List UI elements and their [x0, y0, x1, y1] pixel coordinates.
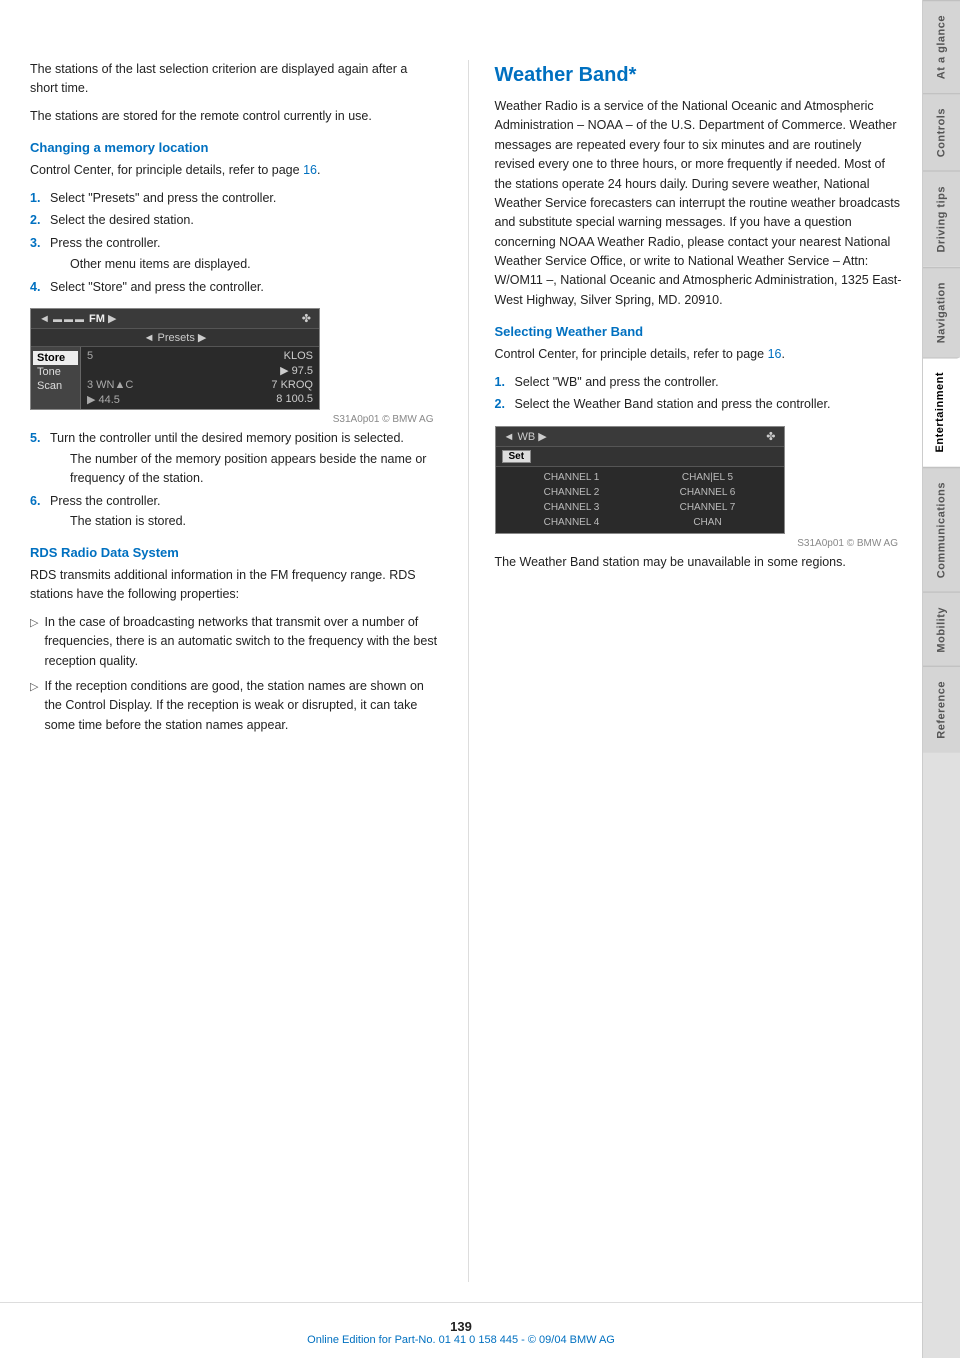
menu-scan: Scan	[37, 379, 74, 393]
channel-1: CHANNEL 1	[504, 472, 640, 483]
wb-step-1: 1. Select "WB" and press the controller.	[495, 373, 903, 392]
selecting-wb-heading: Selecting Weather Band	[495, 324, 903, 339]
wb-steps-list: 1. Select "WB" and press the controller.…	[495, 373, 903, 415]
wb-top-bar: ◄ WB ▶ ✤	[496, 427, 784, 447]
steps-list-2: 5. Turn the controller until the desired…	[30, 429, 438, 531]
columns: The stations of the last selection crite…	[0, 60, 922, 1282]
tab-entertainment[interactable]: Entertainment	[923, 357, 960, 466]
wb-channel-row-2: CHANNEL 2 CHANNEL 6	[500, 485, 780, 500]
wb-top-label: ◄ WB ▶	[504, 430, 547, 443]
main-content: The stations of the last selection crite…	[0, 0, 922, 1358]
radio-settings-icon: ✤	[302, 312, 311, 325]
wb-channels: CHANNEL 1 CHAN|EL 5 CHANNEL 2 CHANNEL 6 …	[496, 467, 784, 533]
tab-communications[interactable]: Communications	[923, 467, 960, 592]
left-column: The stations of the last selection crite…	[30, 60, 438, 1282]
section1-intro-text: Control Center, for principle details, r…	[30, 163, 303, 177]
channel-7: CHANNEL 7	[640, 502, 776, 513]
station-row-3: 3 WN▲C 7 KROQ	[87, 378, 313, 392]
channel-5: CHAN|EL 5	[640, 472, 776, 483]
wb-display: ◄ WB ▶ ✤ Set CHANNEL 1 CHAN|EL 5 CHANNEL…	[495, 426, 785, 534]
fm-radio-display: ◄ ▬▬▬ FM ▶ ✤ ◄ Presets ▶ Store Tone Scan…	[30, 308, 320, 410]
rds-bullet-list: ▷ In the case of broadcasting networks t…	[30, 613, 438, 735]
bullet-1-text: In the case of broadcasting networks tha…	[44, 613, 437, 671]
tab-controls[interactable]: Controls	[923, 93, 960, 171]
menu-tone: Tone	[37, 365, 74, 379]
radio-presets-bar: ◄ Presets ▶	[31, 329, 319, 347]
tab-reference[interactable]: Reference	[923, 666, 960, 753]
wb-image-caption: S31A0p01 © BMW AG	[495, 538, 903, 549]
radio-top-bar: ◄ ▬▬▬ FM ▶ ✤	[31, 309, 319, 329]
tab-mobility[interactable]: Mobility	[923, 592, 960, 667]
channel-8: CHAN	[640, 517, 776, 528]
weather-band-heading: Weather Band*	[495, 64, 903, 87]
section1-intro: Control Center, for principle details, r…	[30, 161, 438, 180]
footer-note: Online Edition for Part-No. 01 41 0 158 …	[0, 1334, 922, 1346]
wb-intro-text: Control Center, for principle details, r…	[495, 347, 768, 361]
bullet-2: ▷ If the reception conditions are good, …	[30, 677, 438, 735]
tab-at-a-glance[interactable]: At a glance	[923, 0, 960, 93]
tab-strip: At a glance Controls Driving tips Naviga…	[922, 0, 960, 1358]
step-3: 3. Press the controller.Other menu items…	[30, 234, 438, 274]
tab-driving-tips[interactable]: Driving tips	[923, 171, 960, 267]
channel-6: CHANNEL 6	[640, 487, 776, 498]
radio-image-caption: S31A0p01 © BMW AG	[30, 414, 438, 425]
wb-section-intro: Control Center, for principle details, r…	[495, 345, 903, 364]
wb-set-row: Set	[496, 447, 784, 467]
section1-link[interactable]: 16	[303, 163, 317, 177]
wb-step-2: 2. Select the Weather Band station and p…	[495, 395, 903, 414]
right-column: Weather Band* Weather Radio is a service…	[468, 60, 903, 1282]
rds-intro: RDS transmits additional information in …	[30, 566, 438, 605]
step-4: 4. Select "Store" and press the controll…	[30, 278, 438, 297]
weather-intro: Weather Radio is a service of the Nation…	[495, 97, 903, 310]
intro-text-2: The stations are stored for the remote c…	[30, 107, 438, 126]
channel-3: CHANNEL 3	[504, 502, 640, 513]
wb-channel-row-3: CHANNEL 3 CHANNEL 7	[500, 500, 780, 515]
section1-intro-dot: .	[317, 163, 320, 177]
bullet-1: ▷ In the case of broadcasting networks t…	[30, 613, 438, 671]
wb-set-button[interactable]: Set	[502, 450, 532, 463]
steps-list-1: 1. Select "Presets" and press the contro…	[30, 189, 438, 297]
step-6: 6. Press the controller.The station is s…	[30, 492, 438, 532]
menu-store: Store	[33, 351, 78, 365]
step-5: 5. Turn the controller until the desired…	[30, 429, 438, 487]
radio-menu-area: Store Tone Scan 5 KLOS ▶ 97.5	[31, 347, 319, 409]
bullet-2-text: If the reception conditions are good, th…	[44, 677, 437, 735]
station-row-2: ▶ 97.5	[87, 363, 313, 378]
section1-heading: Changing a memory location	[30, 140, 438, 155]
step-2: 2. Select the desired station.	[30, 211, 438, 230]
radio-top-left: ◄ ▬▬▬ FM ▶	[39, 312, 116, 325]
wb-channel-row-1: CHANNEL 1 CHAN|EL 5	[500, 470, 780, 485]
channel-4: CHANNEL 4	[504, 517, 640, 528]
intro-text-1: The stations of the last selection crite…	[30, 60, 438, 99]
wb-footer-text: The Weather Band station may be unavaila…	[495, 553, 903, 572]
page-number: 139	[0, 1319, 922, 1334]
wb-channel-row-4: CHANNEL 4 CHAN	[500, 515, 780, 530]
top-space	[0, 0, 922, 60]
channel-2: CHANNEL 2	[504, 487, 640, 498]
radio-station-list: 5 KLOS ▶ 97.5 3 WN▲C 7 KROQ ▶ 44.5	[81, 347, 319, 409]
tab-navigation[interactable]: Navigation	[923, 267, 960, 357]
step-1: 1. Select "Presets" and press the contro…	[30, 189, 438, 208]
radio-menu-left: Store Tone Scan	[31, 347, 81, 409]
section2-heading: RDS Radio Data System	[30, 545, 438, 560]
station-row-4: ▶ 44.5 8 100.5	[87, 392, 313, 407]
page-footer: 139 Online Edition for Part-No. 01 41 0 …	[0, 1302, 922, 1358]
station-row-1: 5 KLOS	[87, 349, 313, 363]
wb-intro-link[interactable]: 16	[768, 347, 782, 361]
wb-settings-icon: ✤	[766, 430, 775, 443]
